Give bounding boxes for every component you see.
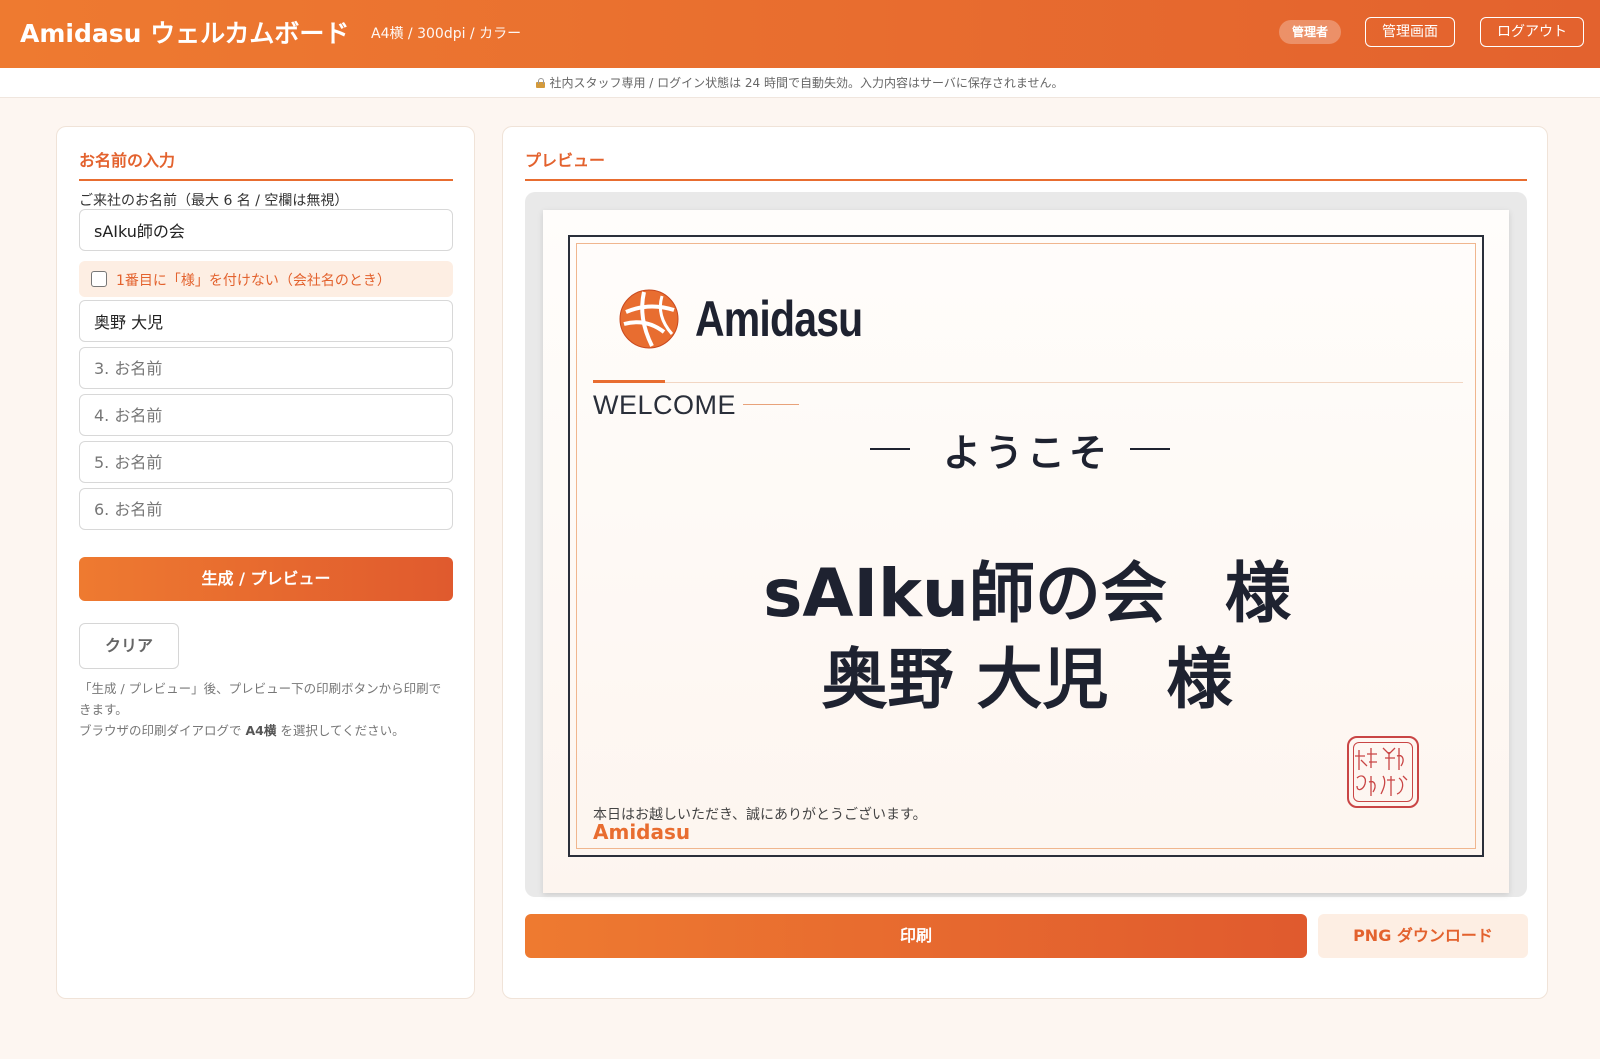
no-sama-checkbox[interactable] — [91, 271, 107, 287]
preview-panel: プレビュー Amidasu WELCOME ようこそ sAIku師の会 様 奥野… — [502, 126, 1548, 999]
help-line-1: 「生成 / プレビュー」後、プレビュー下の印刷ボタンから印刷できます。 — [79, 681, 442, 717]
guest-honorific: 様 — [1166, 641, 1233, 718]
welcome-text: WELCOME — [593, 390, 737, 420]
role-badge: 管理者 — [1279, 20, 1341, 44]
guest-name-input-1[interactable] — [79, 209, 453, 251]
guest-name: sAIku師の会 — [763, 555, 1167, 632]
generate-preview-button[interactable]: 生成 / プレビュー — [79, 557, 453, 601]
amidasu-logo-icon — [619, 289, 679, 349]
lock-icon — [536, 78, 546, 88]
guest-names-label: ご来社のお名前（最大 6 名 / 空欄は無視） — [79, 193, 349, 209]
guest-name-input-6[interactable] — [79, 488, 453, 530]
logout-button[interactable]: ログアウト — [1480, 17, 1584, 47]
print-button[interactable]: 印刷 — [525, 914, 1307, 958]
guest-honorific: 様 — [1224, 555, 1291, 632]
guest-name-input-5[interactable] — [79, 441, 453, 483]
yokoso-dash-right — [1130, 448, 1170, 450]
app-title: Amidasu ウェルカムボード — [20, 19, 350, 48]
board-inner-border: Amidasu WELCOME ようこそ sAIku師の会様 奥野 大児様 本日… — [576, 243, 1476, 849]
welcome-board-sheet: Amidasu WELCOME ようこそ sAIku師の会様 奥野 大児様 本日… — [543, 210, 1509, 893]
board-outer-border: Amidasu WELCOME ようこそ sAIku師の会様 奥野 大児様 本日… — [568, 235, 1484, 857]
footer-brand: Amidasu — [593, 820, 691, 844]
yokoso-heading: ようこそ — [942, 431, 1111, 475]
amidasu-logo-text: Amidasu — [695, 291, 863, 347]
guest-line-1: sAIku師の会様 — [577, 540, 1477, 636]
no-sama-option[interactable]: 1番目に「様」を付けない（会社名のとき） — [79, 261, 453, 297]
no-sama-label[interactable]: 1番目に「様」を付けない（会社名のとき） — [116, 270, 391, 290]
guest-line-2: 奥野 大児様 — [577, 626, 1477, 722]
clear-button[interactable]: クリア — [79, 623, 179, 669]
seal-glyphs — [1355, 747, 1408, 796]
security-notice: 社内スタッフ専用 / ログイン状態は 24 時間で自動失効。入力内容はサーバに保… — [0, 68, 1600, 98]
guest-name-input-2[interactable] — [79, 300, 453, 342]
notice-text: 社内スタッフ専用 / ログイン状態は 24 時間で自動失効。入力内容はサーバに保… — [549, 76, 1064, 90]
print-help-text: 「生成 / プレビュー」後、プレビュー下の印刷ボタンから印刷できます。 ブラウザ… — [79, 678, 453, 741]
preview-frame: Amidasu WELCOME ようこそ sAIku師の会様 奥野 大児様 本日… — [525, 192, 1527, 897]
app-subtitle: A4横 / 300dpi / カラー — [371, 26, 522, 42]
name-input-section-title: お名前の入力 — [79, 147, 453, 181]
company-seal-stamp — [1347, 736, 1419, 808]
guest-name-input-4[interactable] — [79, 394, 453, 436]
app-header: Amidasu ウェルカムボード A4横 / 300dpi / カラー 管理者 … — [0, 0, 1600, 68]
help-line-2: ブラウザの印刷ダイアログで A4横 を選択してください。 — [79, 723, 405, 738]
welcome-underline — [743, 404, 799, 405]
name-input-panel: お名前の入力 ご来社のお名前（最大 6 名 / 空欄は無視） 1番目に「様」を付… — [56, 126, 475, 999]
header-rule-accent — [593, 380, 665, 383]
png-download-button[interactable]: PNG ダウンロード — [1318, 914, 1528, 958]
header-rule — [593, 382, 1463, 383]
paper-size-emphasis: A4横 — [245, 723, 277, 738]
guest-name: 奥野 大児 — [821, 641, 1109, 718]
guest-name-input-3[interactable] — [79, 347, 453, 389]
preview-section-title: プレビュー — [525, 147, 1527, 181]
admin-panel-button[interactable]: 管理画面 — [1365, 17, 1455, 47]
